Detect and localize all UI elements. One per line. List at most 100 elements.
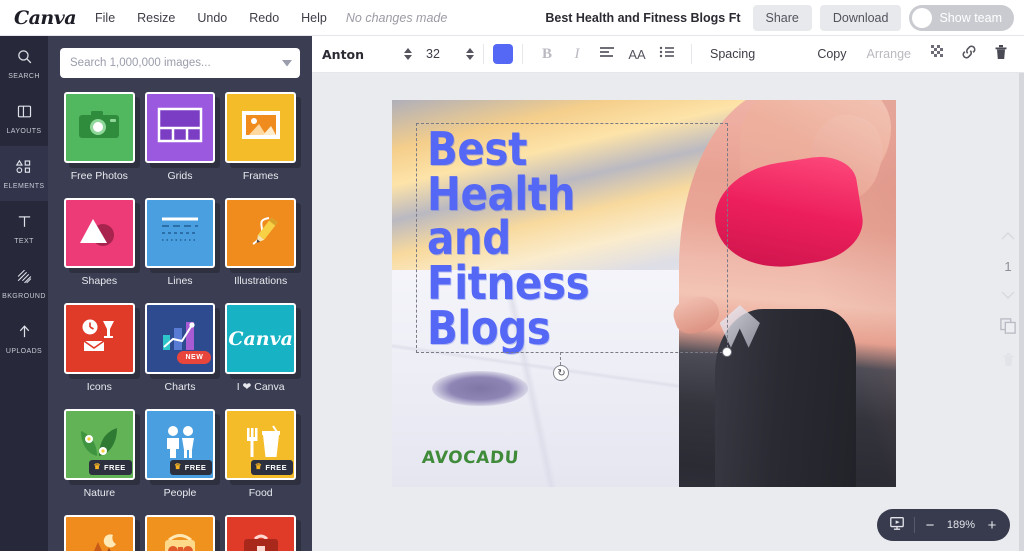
canva-logo[interactable]: Canva [14, 7, 70, 29]
link-icon [961, 44, 977, 65]
canva-script-icon: Canva [228, 328, 293, 350]
ground-shadow [432, 371, 528, 406]
trash-icon [994, 44, 1008, 65]
link-button[interactable] [954, 41, 984, 67]
crown-icon: ♛ [174, 463, 182, 471]
zoom-bar: − 189% + [877, 509, 1010, 541]
tile-charts[interactable]: NEW Charts [145, 303, 216, 393]
tile-lines[interactable]: Lines [145, 198, 216, 288]
rail-item-elements[interactable]: ELEMENTS [0, 146, 48, 201]
pencil-icon [239, 213, 283, 254]
tile-briefcase[interactable]: ♛ FREE [225, 515, 296, 551]
letter-case-button[interactable]: AA [622, 41, 652, 67]
rail-item-uploads[interactable]: UPLOADS [0, 311, 48, 366]
download-button[interactable]: Download [820, 5, 902, 31]
delete-button[interactable] [986, 41, 1016, 67]
bold-button[interactable]: B [532, 41, 562, 67]
rail-label-elements: ELEMENTS [4, 183, 45, 190]
elements-panel: Free Photos Grids [48, 36, 312, 551]
main-menu: File Resize Undo Redo Help No changes ma… [84, 6, 447, 30]
share-button[interactable]: Share [753, 5, 812, 31]
text-icon [16, 213, 33, 235]
copy-button[interactable]: Copy [808, 42, 855, 66]
menu-item-resize[interactable]: Resize [126, 6, 186, 30]
frame-icon [239, 108, 283, 147]
background-icon [16, 268, 33, 290]
tile-i-love-canva[interactable]: Canva I ❤ Canva [225, 303, 296, 393]
tile-label: Grids [145, 170, 216, 182]
search-input[interactable] [60, 57, 274, 69]
rail-item-layouts[interactable]: LAYOUTS [0, 91, 48, 146]
headline-text[interactable]: Best Health and Fitness Blogs [427, 127, 684, 350]
tile-illustrations[interactable]: Illustrations [225, 198, 296, 288]
text-toolbar: Anton 32 B I AA [312, 36, 1024, 73]
tile-icons[interactable]: Icons [64, 303, 135, 393]
page-up-button[interactable] [1001, 228, 1015, 246]
list-button[interactable] [652, 41, 682, 67]
menu-item-undo[interactable]: Undo [186, 6, 238, 30]
tile-label: Lines [145, 275, 216, 287]
search-box[interactable] [60, 48, 300, 78]
font-family-stepper[interactable] [404, 48, 412, 60]
tile-people[interactable]: ♛ FREE People [145, 409, 216, 499]
canvas-scrollbar[interactable] [1019, 73, 1024, 551]
panel-search-wrap [48, 36, 312, 84]
show-team-toggle[interactable]: Show team [909, 5, 1014, 31]
zoom-in-button[interactable]: + [986, 518, 998, 533]
rail-label-bkground: BKGROUND [2, 293, 46, 300]
spacing-button[interactable]: Spacing [701, 42, 764, 66]
canvas-stage[interactable]: Best Health and Fitness Blogs AVOCADU ↻ … [312, 73, 1024, 551]
leaf-icon [77, 424, 121, 465]
crown-icon: ♛ [255, 463, 263, 471]
transparency-button[interactable] [922, 41, 952, 67]
watermark-text: AVOCADU [422, 448, 520, 468]
rail-item-bkground[interactable]: BKGROUND [0, 256, 48, 311]
tile-shapes[interactable]: Shapes [64, 198, 135, 288]
menu-item-help[interactable]: Help [290, 6, 338, 30]
tile-label: Frames [225, 170, 296, 182]
document-title[interactable]: Best Health and Fitness Blogs Ft [545, 11, 740, 25]
free-badge-label: FREE [265, 463, 287, 472]
tile-night-scene[interactable]: ♛ FREE [64, 515, 135, 551]
briefcase-icon [239, 530, 283, 551]
text-color-swatch[interactable] [493, 44, 513, 64]
chevron-down-icon[interactable] [274, 60, 300, 67]
crown-icon: ♛ [93, 463, 101, 471]
tile-label: Nature [64, 487, 135, 499]
canva-editor: Canva File Resize Undo Redo Help No chan… [0, 0, 1024, 551]
present-button[interactable] [889, 515, 905, 536]
menu-item-file[interactable]: File [84, 6, 126, 30]
font-size-input[interactable]: 32 [426, 47, 466, 61]
night-scene-icon [77, 530, 121, 551]
tile-food[interactable]: ♛ FREE Food [225, 409, 296, 499]
tile-grids[interactable]: Grids [145, 92, 216, 182]
show-team-label: Show team [939, 11, 1002, 25]
tile-label: Icons [64, 381, 135, 393]
tile-label: Charts [145, 381, 216, 393]
italic-button[interactable]: I [562, 41, 592, 67]
font-family-select[interactable]: Anton [322, 47, 404, 62]
page-down-button[interactable] [1001, 287, 1015, 305]
top-bar-actions: Best Health and Fitness Blogs Ft Share D… [545, 0, 1014, 36]
menu-item-redo[interactable]: Redo [238, 6, 290, 30]
delete-page-button[interactable] [1002, 352, 1015, 372]
rail-item-text[interactable]: TEXT [0, 201, 48, 256]
left-rail: SEARCH LAYOUTS ELEMENTS [0, 36, 48, 551]
font-size-stepper[interactable] [466, 48, 474, 60]
align-button[interactable] [592, 41, 622, 67]
radio-icon [158, 530, 202, 551]
tile-label: People [145, 487, 216, 499]
duplicate-page-button[interactable] [1000, 318, 1016, 339]
save-status: No changes made [346, 11, 447, 25]
zoom-out-button[interactable]: − [924, 518, 936, 533]
rail-item-search[interactable]: SEARCH [0, 36, 48, 91]
top-bar: Canva File Resize Undo Redo Help No chan… [0, 0, 1024, 36]
free-badge: ♛ FREE [251, 460, 293, 475]
tile-label: Free Photos [64, 170, 135, 182]
tile-frames[interactable]: Frames [225, 92, 296, 182]
tile-nature[interactable]: ♛ FREE Nature [64, 409, 135, 499]
tile-radio[interactable]: ♛ FREE [145, 515, 216, 551]
tile-free-photos[interactable]: Free Photos [64, 92, 135, 182]
design-canvas[interactable]: Best Health and Fitness Blogs AVOCADU ↻ [392, 100, 896, 487]
zoom-percent: 189% [945, 519, 977, 531]
